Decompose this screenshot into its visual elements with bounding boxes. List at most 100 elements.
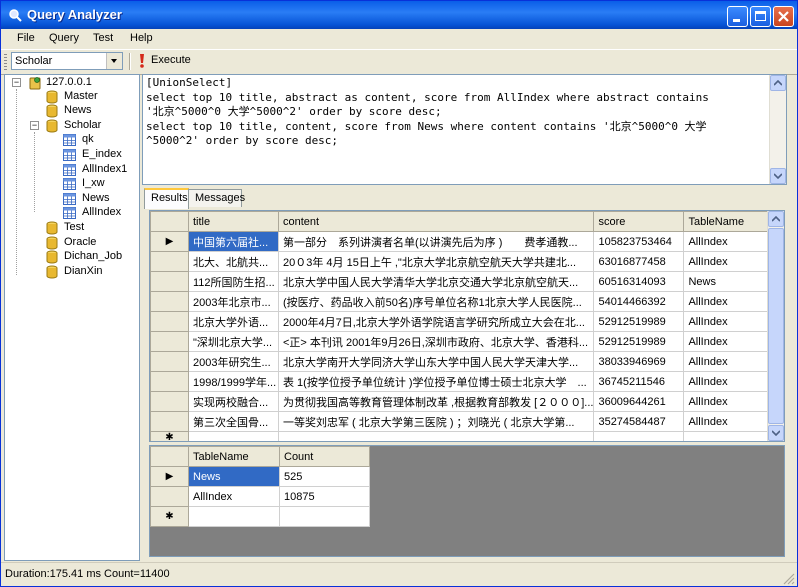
table-row[interactable]: 实现两校融合... 为贯彻我国高等教育管理体制改革 ,根据教育部教发 [２０００… (150, 391, 777, 412)
cell[interactable]: 105823753464 (593, 231, 685, 252)
row-header[interactable] (150, 291, 189, 312)
cell[interactable]: 525 (279, 466, 370, 487)
cell[interactable]: 38033946969 (593, 351, 685, 372)
cell[interactable]: 2000年4月7日,北京大学外语学院语言学研究所成立大会在北... (277, 311, 595, 332)
cell[interactable] (277, 431, 595, 441)
cell[interactable]: 第一部分 系列讲演者名单(以讲演先后为序 ) 费孝通教... (277, 231, 595, 252)
scroll-up-button[interactable] (770, 75, 786, 91)
scroll-thumb[interactable] (768, 228, 784, 424)
tab-messages[interactable]: Messages (188, 189, 245, 207)
row-header[interactable] (150, 331, 189, 352)
cell[interactable]: AllIndex (683, 311, 777, 332)
row-header[interactable] (150, 411, 189, 432)
cell[interactable]: 36009644261 (593, 391, 685, 412)
column-header[interactable]: Count (279, 446, 370, 467)
chevron-down-icon[interactable] (106, 53, 122, 69)
cell[interactable]: 为贯彻我国高等教育管理体制改革 ,根据教育部教发 [２０００]... (277, 391, 595, 412)
results-scrollbar[interactable] (767, 211, 784, 441)
editor-scrollbar[interactable] (769, 75, 786, 184)
new-row-indicator[interactable]: ✱ (150, 506, 189, 527)
row-header[interactable] (150, 371, 189, 392)
table-row[interactable]: 112所国防生招... 北京大学中国人民大学清华大学北京交通大学北京航空航天..… (150, 271, 777, 292)
cell[interactable] (593, 431, 685, 441)
table-row[interactable]: 2003年研究生... 北京大学南开大学同济大学山东大学中国人民大学天津大学..… (150, 351, 777, 372)
collapse-icon[interactable]: − (12, 78, 21, 87)
cell[interactable] (279, 506, 370, 527)
cell[interactable]: 北京大学外语... (188, 311, 279, 332)
table-row[interactable]: 2003年北京市... (按医疗、药品收入前50名)序号单位名称1北京大学人民医… (150, 291, 777, 312)
cell[interactable] (188, 506, 280, 527)
close-button[interactable] (773, 6, 794, 27)
column-header[interactable]: content (277, 211, 595, 232)
server-tree[interactable]: − 127.0.0.1 Master News − Scholar qk E_i… (4, 74, 140, 561)
cell[interactable]: 2003年北京市... (188, 291, 279, 312)
row-header[interactable] (150, 251, 189, 272)
cell[interactable]: AllIndex (683, 331, 777, 352)
cell[interactable]: 2003年研究生... (188, 351, 279, 372)
cell[interactable]: 一等奖刘忠军 ( 北京大学第三医院 ) ；刘晓光 ( 北京大学第... (277, 411, 595, 432)
cell[interactable]: AllIndex (683, 351, 777, 372)
row-header[interactable] (150, 311, 189, 332)
scroll-down-button[interactable] (770, 168, 786, 184)
table-row[interactable]: 第三次全国骨... 一等奖刘忠军 ( 北京大学第三医院 ) ；刘晓光 ( 北京大… (150, 411, 777, 432)
table-row[interactable]: AllIndex 10875 (150, 486, 370, 507)
cell[interactable]: 35274584487 (593, 411, 685, 432)
cell[interactable]: AllIndex (188, 486, 280, 507)
menu-file[interactable]: File (17, 32, 35, 44)
cell[interactable]: 北京大学南开大学同济大学山东大学中国人民大学天津大学... (277, 351, 595, 372)
column-header[interactable]: TableName (188, 446, 280, 467)
title-bar[interactable]: Query Analyzer (1, 1, 797, 29)
table-row[interactable]: 北大、北航共... 20０3年 4月 15日上午 ,"北京大学北京航空航天大学共… (150, 251, 777, 272)
row-header[interactable] (150, 351, 189, 372)
column-header[interactable]: score (593, 211, 685, 232)
tab-results[interactable]: Results (144, 188, 189, 209)
cell[interactable]: 北京大学中国人民大学清华大学北京交通大学北京航空航天... (277, 271, 595, 292)
resize-grip-icon[interactable] (783, 573, 795, 585)
collapse-icon[interactable]: − (30, 121, 39, 130)
cell[interactable]: 60516314093 (593, 271, 685, 292)
cell[interactable]: (按医疗、药品收入前50名)序号单位名称1北京大学人民医院... (277, 291, 595, 312)
new-row[interactable]: ✱ (150, 506, 370, 527)
table-row[interactable]: 北京大学外语... 2000年4月7日,北京大学外语学院语言学研究所成立大会在北… (150, 311, 777, 332)
table-row[interactable]: "深圳北京大学... <正> 本刊讯 2001年9月26日,深圳市政府、北京大学… (150, 331, 777, 352)
cell[interactable]: 10875 (279, 486, 370, 507)
cell[interactable]: AllIndex (683, 411, 777, 432)
cell[interactable]: 中国第六届社... (188, 231, 279, 252)
cell[interactable]: 表 1(按学位授予单位统计 )学位授予单位博士硕士北京大学 ... (277, 371, 595, 392)
cell[interactable] (188, 431, 279, 441)
minimize-button[interactable] (727, 6, 748, 27)
row-header[interactable] (150, 271, 189, 292)
menu-query[interactable]: Query (49, 32, 79, 44)
maximize-button[interactable] (750, 6, 771, 27)
cell[interactable] (683, 431, 777, 441)
results-grid[interactable]: title content score TableName ▶ 中国第六届社..… (149, 210, 785, 442)
cell[interactable]: 1998/1999学年... (188, 371, 279, 392)
row-header[interactable] (150, 391, 189, 412)
cell[interactable]: News (188, 466, 280, 487)
table-row[interactable]: ▶ News 525 (150, 466, 370, 487)
cell[interactable]: "深圳北京大学... (188, 331, 279, 352)
cell[interactable]: 112所国防生招... (188, 271, 279, 292)
cell[interactable]: AllIndex (683, 231, 777, 252)
cell[interactable]: 54014466392 (593, 291, 685, 312)
cell[interactable]: AllIndex (683, 291, 777, 312)
new-row-indicator[interactable]: ✱ (150, 431, 189, 441)
cell[interactable]: 北大、北航共... (188, 251, 279, 272)
database-select[interactable]: Scholar (11, 52, 123, 70)
table-row[interactable]: 1998/1999学年... 表 1(按学位授予单位统计 )学位授予单位博士硕士… (150, 371, 777, 392)
row-header[interactable] (150, 486, 189, 507)
current-row-indicator[interactable]: ▶ (150, 231, 189, 252)
cell[interactable]: <正> 本刊讯 2001年9月26日,深圳市政府、北京大学、香港科... (277, 331, 595, 352)
column-header[interactable]: TableName (683, 211, 777, 232)
scroll-up-button[interactable] (768, 211, 784, 227)
cell[interactable]: AllIndex (683, 391, 777, 412)
cell[interactable]: 第三次全国骨... (188, 411, 279, 432)
menu-test[interactable]: Test (93, 32, 113, 44)
cell[interactable]: 20０3年 4月 15日上午 ,"北京大学北京航空航天大学共建北... (277, 251, 595, 272)
cell[interactable]: 63016877458 (593, 251, 685, 272)
query-editor[interactable]: [UnionSelect] select top 10 title, abstr… (142, 74, 787, 185)
table-row[interactable]: ▶ 中国第六届社... 第一部分 系列讲演者名单(以讲演先后为序 ) 费孝通教.… (150, 231, 777, 252)
cell[interactable]: 52912519989 (593, 311, 685, 332)
cell[interactable]: AllIndex (683, 251, 777, 272)
cell[interactable]: AllIndex (683, 371, 777, 392)
